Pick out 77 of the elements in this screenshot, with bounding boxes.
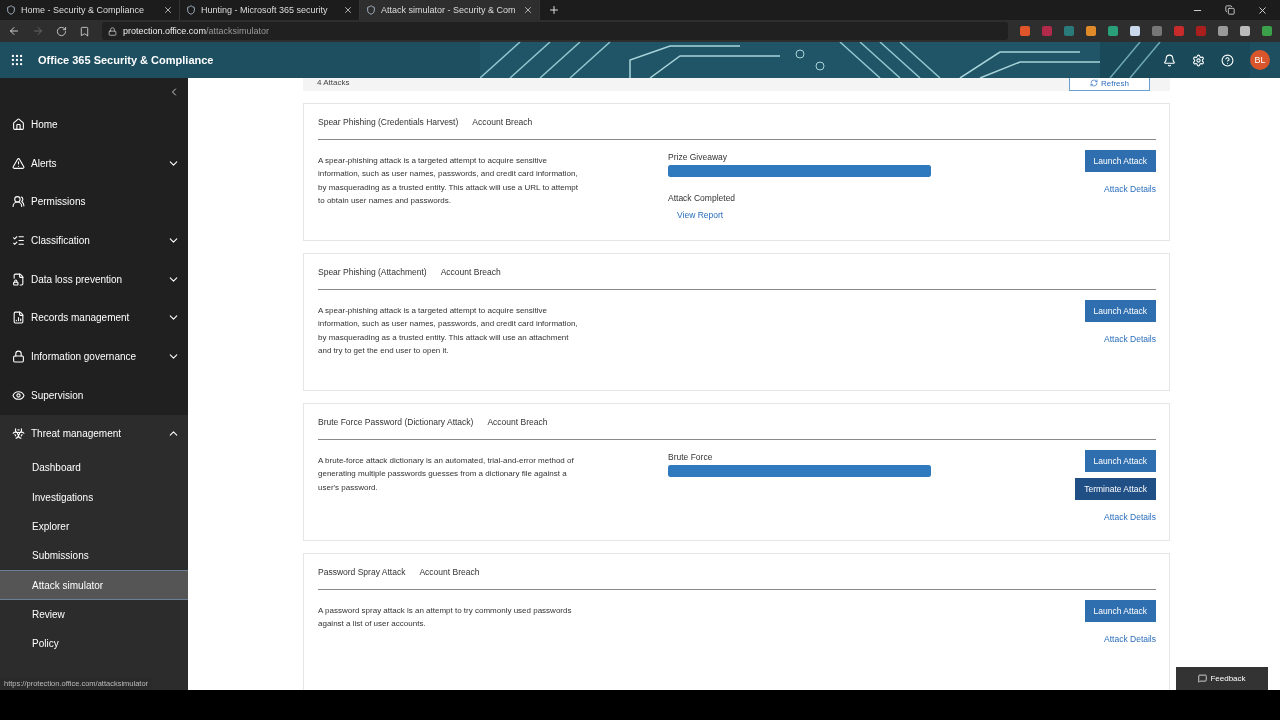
close-icon[interactable] [163, 5, 173, 15]
file-chart-icon [12, 311, 25, 325]
launch-button[interactable]: Launch Attack [1084, 600, 1156, 622]
attack-name: Spear Phishing (Attachment) [318, 266, 427, 277]
nav-item[interactable]: Home [0, 105, 188, 144]
nav-item[interactable]: Data loss prevention [0, 259, 188, 299]
address-field[interactable]: protection.office.com/attacksimulator [102, 22, 1008, 40]
lock-icon [108, 26, 117, 36]
launch-button[interactable]: Launch Attack [1084, 450, 1156, 472]
eye-icon [12, 388, 25, 402]
restore-icon[interactable] [1225, 4, 1235, 15]
attack-details-link[interactable]: Attack Details [1104, 634, 1156, 644]
attack-category: Account Breach [472, 116, 533, 127]
attack-status: Attack Completed [668, 193, 736, 203]
message-icon [1198, 674, 1208, 683]
back-icon[interactable] [8, 25, 20, 37]
bell-icon[interactable] [1163, 53, 1176, 67]
extension-icon[interactable] [1020, 26, 1030, 36]
campaign-name: Brute Force [668, 452, 713, 462]
nav-item[interactable]: Information governance [0, 337, 188, 376]
refresh-button[interactable]: Refresh [1069, 78, 1150, 91]
app-launcher-icon[interactable] [10, 53, 24, 67]
feedback-button[interactable]: Feedback [1176, 667, 1268, 690]
extension-icon[interactable] [1108, 26, 1118, 36]
biohazard-icon [12, 427, 25, 441]
home-icon [12, 117, 25, 131]
refresh-icon [1090, 79, 1098, 87]
attack-details-link[interactable]: Attack Details [1104, 334, 1156, 344]
attack-name: Brute Force Password (Dictionary Attack) [318, 416, 474, 427]
close-icon[interactable] [343, 5, 353, 15]
user-avatar[interactable]: BL [1250, 50, 1270, 70]
attack-description: A spear-phishing attack is a targeted attempt to acquire sensitive information, such as user names, passwords, and credit card information, by masquerading as a trusted entity. This attack will use an attachment and try to get the end user to open it. [318, 305, 579, 357]
close-icon[interactable] [1257, 4, 1268, 16]
people-icon [12, 195, 25, 209]
attack-details-link[interactable]: Attack Details [1104, 512, 1156, 522]
attack-name: Password Spray Attack [318, 566, 406, 577]
close-icon[interactable] [523, 5, 533, 15]
nav-item[interactable]: Permissions [0, 182, 188, 222]
attack-description: A brute-force attack dictionary is an automated, trial-and-error method of generating multiple passwords guesses from a dictionary file against a user's password. [318, 455, 575, 494]
extension-icon[interactable] [1262, 26, 1272, 36]
settings-icon[interactable] [1192, 53, 1205, 67]
extension-icon[interactable] [1086, 26, 1096, 36]
shield-icon [186, 5, 196, 15]
bookmark-icon[interactable] [79, 25, 90, 37]
app-title: Office 365 Security & Compliance [38, 54, 214, 66]
attack-category: Account Breach [419, 566, 480, 577]
nav-item[interactable]: Alerts [0, 143, 188, 183]
nav-item[interactable]: Supervision [0, 375, 188, 415]
shield-icon [366, 5, 376, 15]
campaign-name: Prize Giveaway [668, 152, 728, 162]
extension-icon[interactable] [1218, 26, 1228, 36]
reload-icon[interactable] [56, 25, 67, 37]
attack-description: A password spray attack is an attempt to try commonly used passwords against a list of user accounts. [318, 605, 573, 631]
nav-item[interactable]: Classification [0, 221, 188, 260]
list-icon [12, 233, 25, 247]
new-tab-icon[interactable] [548, 4, 560, 16]
warning-icon [12, 156, 25, 170]
view-report-link[interactable]: View Report [677, 210, 724, 220]
help-icon[interactable] [1221, 53, 1234, 67]
extension-icon[interactable] [1130, 26, 1140, 36]
lock-icon [12, 349, 25, 363]
attack-name: Spear Phishing (Credentials Harvest) [318, 116, 459, 127]
launch-button[interactable]: Launch Attack [1084, 150, 1156, 172]
attack-count: 4 Attacks [317, 78, 350, 87]
nav-item[interactable]: Records management [0, 298, 188, 338]
attack-category: Account Breach [487, 416, 548, 427]
extension-icon[interactable] [1240, 26, 1250, 36]
nav-item[interactable]: Threat management [0, 414, 188, 454]
terminate-button[interactable]: Terminate Attack [1075, 478, 1156, 500]
nav-subitem[interactable]: Attack simulator [0, 570, 188, 600]
attack-details-link[interactable]: Attack Details [1104, 184, 1156, 194]
attack-description: A spear-phishing attack is a targeted attempt to acquire sensitive information, such as user names, passwords, and credit card information, by masquerading as a trusted entity. This attack will use a URL to attempt to obtain user names and passwords. [318, 155, 579, 207]
browser-tab[interactable]: Attack simulator - Security & Com [360, 0, 540, 20]
file-lock-icon [12, 272, 25, 286]
attack-category: Account Breach [440, 266, 501, 277]
launch-button[interactable]: Launch Attack [1084, 300, 1156, 322]
shield-icon [6, 5, 16, 15]
